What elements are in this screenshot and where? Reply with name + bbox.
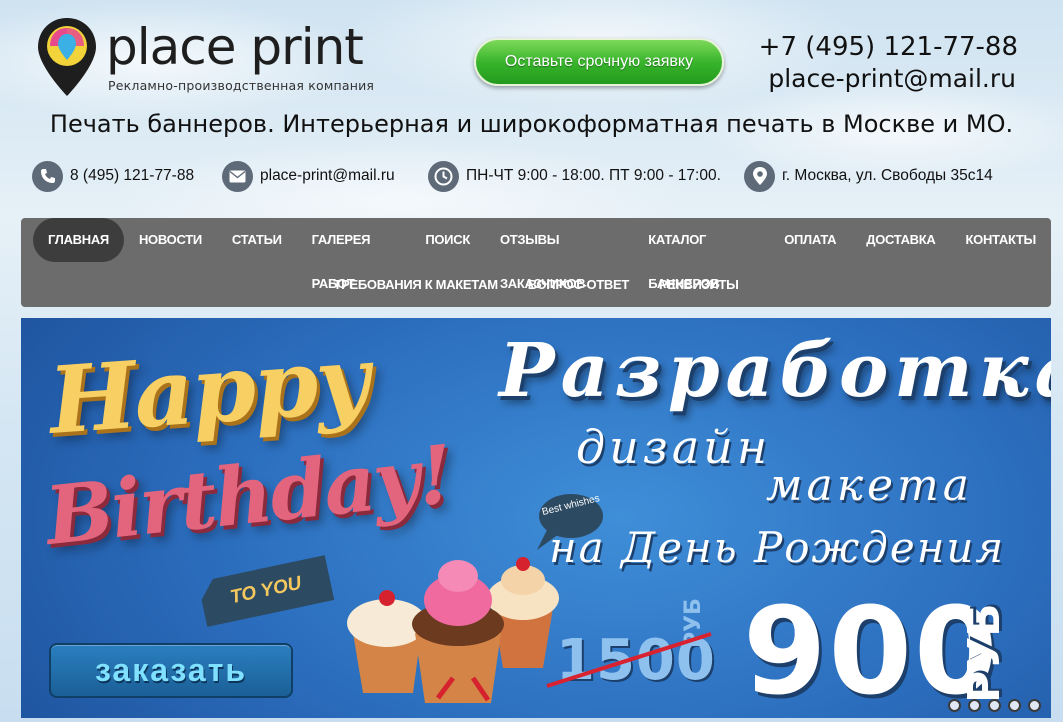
nav-item-home[interactable]: ГЛАВНАЯ [33, 218, 124, 262]
urgent-request-button[interactable]: Оставьте срочную заявку [474, 38, 724, 86]
slider-dot[interactable] [1028, 699, 1041, 712]
contact-address[interactable]: г. Москва, ул. Свободы 35с14 [744, 160, 993, 192]
clock-icon [428, 160, 459, 192]
logo-name: place print [106, 18, 364, 76]
header-email[interactable]: place-print@mail.ru [768, 64, 1016, 93]
slider-dot[interactable] [948, 699, 961, 712]
slider-pagination [948, 699, 1041, 712]
banner-line-layout: макета [766, 460, 973, 511]
logo-tagline: Рекламно-производственная компания [108, 78, 375, 93]
phone-icon [32, 160, 63, 192]
cupcakes-illustration-icon [347, 557, 559, 703]
slider-dot[interactable] [968, 699, 981, 712]
nav-item-banner-catalog[interactable]: КАТАЛОГ БАННЕРОВ [633, 218, 769, 291]
nav-item-layout-requirements[interactable]: ТРЕБОВАНИЯ К МАКЕТАМ [318, 263, 512, 307]
contact-phone-text: 8 (495) 121-77-88 [70, 167, 195, 184]
nav-item-requisites[interactable]: РЕКВИЗИТЫ [644, 263, 753, 307]
nav-item-articles[interactable]: СТАТЬИ [217, 218, 297, 262]
nav-item-gallery[interactable]: ГАЛЕРЕЯ РАБОТ [297, 218, 411, 291]
banner-to-you-ribbon: TO YOU [198, 555, 335, 627]
order-button[interactable]: заказать [49, 643, 293, 698]
nav-row-primary: ГЛАВНАЯ НОВОСТИ СТАТЬИ ГАЛЕРЕЯ РАБОТ ПОИ… [21, 218, 1051, 291]
site-logo[interactable]: place print Рекламно-производственная ко… [36, 16, 396, 100]
contact-hours: ПН-ЧТ 9:00 - 18:00. ПТ 9:00 - 17:00. [428, 160, 721, 192]
price-strikethrough [546, 632, 712, 688]
contact-email-text: place-print@mail.ru [260, 167, 395, 184]
banner-title: Разработка [499, 328, 1051, 414]
nav-item-search[interactable]: ПОИСК [410, 218, 485, 262]
nav-item-faq[interactable]: ВОПРОС-ОТВЕТ [513, 263, 644, 307]
map-pin-logo-icon [38, 18, 96, 96]
header-phone[interactable]: +7 (495) 121-77-88 [759, 32, 1018, 62]
promo-banner-slider[interactable]: Happy Birthday! TO YOU Best whishes зака… [21, 318, 1051, 718]
contact-hours-text: ПН-ЧТ 9:00 - 18:00. ПТ 9:00 - 17:00. [466, 167, 721, 184]
banner-new-currency: РУБ [959, 603, 1010, 703]
site-tagline: Печать баннеров. Интерьерная и широкофор… [49, 110, 1014, 138]
banner-happy-text: Happy [45, 325, 372, 455]
contact-address-text: г. Москва, ул. Свободы 35с14 [782, 167, 993, 184]
contact-email[interactable]: place-print@mail.ru [222, 160, 395, 192]
location-pin-icon [744, 160, 775, 192]
nav-item-contacts[interactable]: КОНТАКТЫ [951, 218, 1051, 262]
nav-item-news[interactable]: НОВОСТИ [124, 218, 217, 262]
banner-line-design: дизайн [576, 420, 772, 474]
slider-dot[interactable] [1008, 699, 1021, 712]
envelope-icon [222, 160, 253, 192]
nav-item-delivery[interactable]: ДОСТАВКА [851, 218, 950, 262]
nav-item-payment[interactable]: ОПЛАТА [769, 218, 851, 262]
nav-item-reviews[interactable]: ОТЗЫВЫ ЗАКАЗЧИКОВ [485, 218, 633, 291]
contact-phone[interactable]: 8 (495) 121-77-88 [32, 160, 194, 192]
nav-row-secondary: ТРЕБОВАНИЯ К МАКЕТАМ ВОПРОС-ОТВЕТ РЕКВИЗ… [21, 263, 1051, 307]
slider-dot[interactable] [988, 699, 1001, 712]
banner-line-birthday: на День Рождения [549, 523, 1006, 572]
main-navigation: ГЛАВНАЯ НОВОСТИ СТАТЬИ ГАЛЕРЕЯ РАБОТ ПОИ… [21, 218, 1051, 307]
